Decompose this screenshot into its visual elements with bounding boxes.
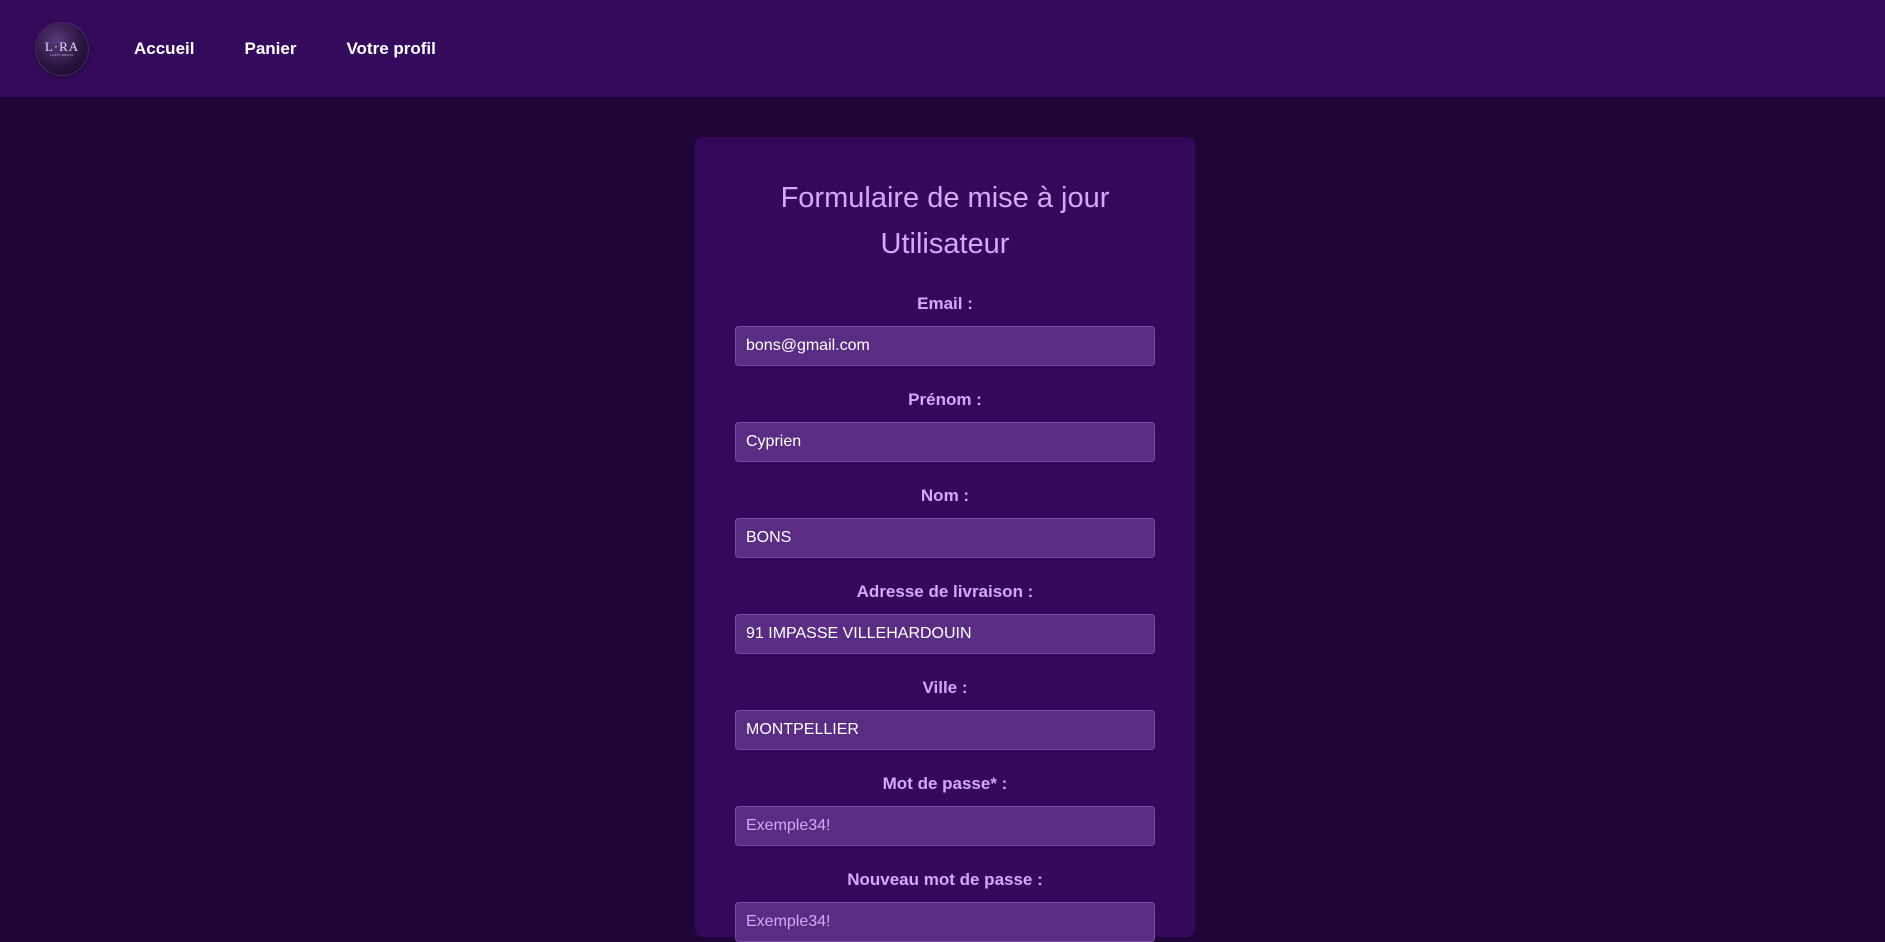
ville-field[interactable] bbox=[735, 710, 1155, 750]
password-label: Mot de passe* : bbox=[882, 774, 1008, 793]
ville-label: Ville : bbox=[922, 678, 968, 697]
new-password-label: Nouveau mot de passe : bbox=[847, 870, 1043, 889]
prenom-label: Prénom : bbox=[908, 390, 982, 409]
prenom-field[interactable] bbox=[735, 422, 1155, 462]
email-label: Email : bbox=[917, 294, 973, 313]
nom-field-group: Nom : bbox=[735, 485, 1155, 558]
adresse-field-group: Adresse de livraison : bbox=[735, 581, 1155, 654]
adresse-livraison-field[interactable] bbox=[735, 614, 1155, 654]
nom-field[interactable] bbox=[735, 518, 1155, 558]
logo-subtext: PARFUMERIE bbox=[50, 52, 74, 57]
user-update-form: Email : Prénom : Nom : Adresse de livrai… bbox=[735, 293, 1155, 942]
main-nav: Accueil Panier Votre profil bbox=[134, 39, 486, 59]
logo-text: L·RA bbox=[44, 38, 80, 54]
password-field-group: Mot de passe* : bbox=[735, 773, 1155, 846]
new-password-field[interactable] bbox=[735, 902, 1155, 942]
top-navbar: L·RA PARFUMERIE Accueil Panier Votre pro… bbox=[0, 0, 1885, 97]
nav-link-panier[interactable]: Panier bbox=[244, 39, 296, 59]
ville-field-group: Ville : bbox=[735, 677, 1155, 750]
nav-link-accueil[interactable]: Accueil bbox=[134, 39, 194, 59]
update-form-card: Formulaire de mise à jour Utilisateur Em… bbox=[695, 137, 1195, 942]
new-password-field-group: Nouveau mot de passe : bbox=[735, 869, 1155, 942]
email-field-group: Email : bbox=[735, 293, 1155, 366]
form-title: Formulaire de mise à jour Utilisateur bbox=[780, 182, 1110, 260]
password-field[interactable] bbox=[735, 806, 1155, 846]
adresse-label: Adresse de livraison : bbox=[856, 582, 1034, 601]
prenom-field-group: Prénom : bbox=[735, 389, 1155, 462]
nav-link-votre-profil[interactable]: Votre profil bbox=[346, 39, 435, 59]
email-field[interactable] bbox=[735, 326, 1155, 366]
brand-logo[interactable]: L·RA PARFUMERIE bbox=[36, 22, 88, 75]
nom-label: Nom : bbox=[920, 486, 970, 505]
